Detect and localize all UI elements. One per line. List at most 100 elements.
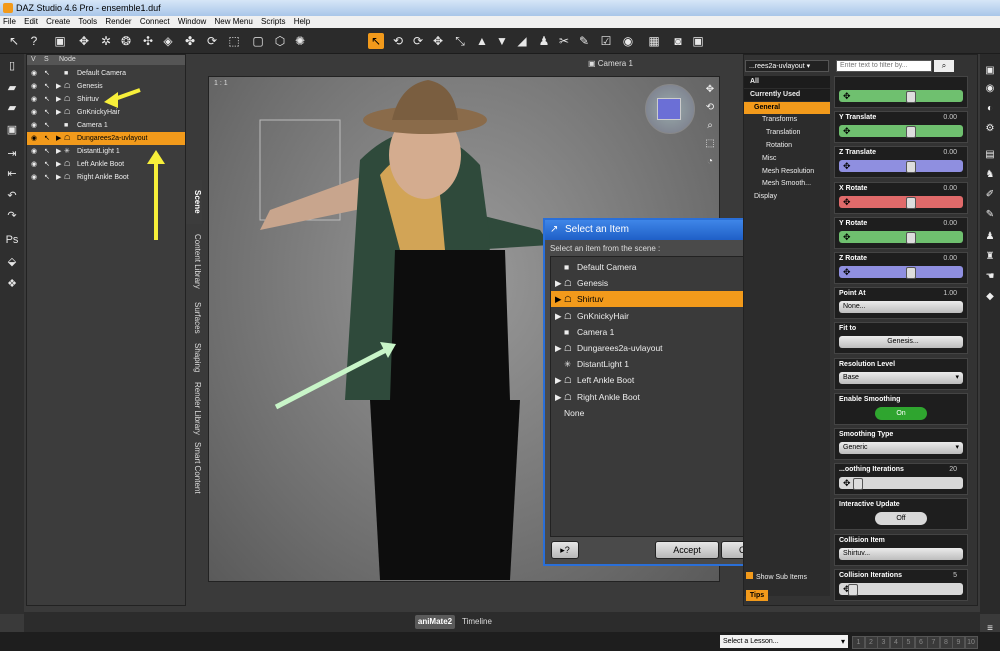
redo-icon[interactable]: ↷ bbox=[4, 208, 20, 224]
property-button-button[interactable]: None... bbox=[839, 301, 963, 314]
accept-button[interactable]: Accept bbox=[655, 541, 719, 559]
expand-arrow-icon[interactable]: ▶ bbox=[555, 291, 562, 307]
menu-tools[interactable]: Tools bbox=[78, 17, 97, 26]
lesson-page-button[interactable]: 3 bbox=[877, 636, 890, 649]
property-slider[interactable]: ✥ bbox=[839, 90, 963, 103]
tab-surfaces[interactable]: Surfaces bbox=[186, 298, 202, 338]
search-icon[interactable]: ⌕ bbox=[934, 60, 954, 72]
rotate-view-icon[interactable]: ⟲ bbox=[390, 33, 406, 49]
tab-smart-content[interactable]: Smart Content bbox=[186, 440, 202, 496]
sphere-tool-icon[interactable]: ✺ bbox=[292, 33, 308, 49]
help-icon[interactable]: ? bbox=[26, 33, 42, 49]
scene-node-row[interactable]: ◉ ↖ ▶ ✳ DistantLight 1 bbox=[27, 145, 185, 158]
selectable-arrow-icon[interactable]: ↖ bbox=[44, 132, 50, 145]
expand-arrow-icon[interactable]: ▶ bbox=[56, 106, 61, 119]
move-joint-icon[interactable]: ✥ bbox=[76, 33, 92, 49]
scene-node-row[interactable]: ◉ ↖ ▶ ☖ Right Ankle Boot bbox=[27, 171, 185, 184]
scene-node-row[interactable]: ◉ ↖ ■ Camera 1 bbox=[27, 119, 185, 132]
slider-knob[interactable] bbox=[906, 231, 917, 244]
property-slider[interactable]: ✥ bbox=[839, 160, 963, 174]
expand-arrow-icon[interactable]: ▶ bbox=[555, 340, 562, 356]
expand-arrow-icon[interactable]: ▶ bbox=[56, 93, 61, 106]
node-selector[interactable]: ...rees2a-uvlayout ▾ bbox=[745, 60, 829, 72]
lesson-page-button[interactable]: 1 bbox=[852, 636, 865, 649]
property-button-button[interactable]: Shirtuv... bbox=[839, 547, 963, 560]
scene-node-row[interactable]: ◉ ↖ ▶ ☖ GnKnickyHair bbox=[27, 106, 185, 119]
spot-render-icon[interactable]: ✂ bbox=[556, 33, 572, 49]
box-move-icon[interactable]: ⬡ bbox=[272, 33, 288, 49]
view-cube-face[interactable] bbox=[657, 98, 681, 120]
transform-tool-icon[interactable]: ◈ bbox=[160, 33, 176, 49]
visibility-eye-icon[interactable]: ◉ bbox=[31, 93, 37, 106]
property-group-item[interactable]: Currently Used bbox=[744, 88, 830, 101]
undo-icon[interactable]: ↶ bbox=[4, 188, 20, 204]
selectable-arrow-icon[interactable]: ↖ bbox=[44, 119, 50, 132]
visibility-eye-icon[interactable]: ◉ bbox=[31, 106, 37, 119]
grid-icon[interactable]: ▦ bbox=[646, 33, 662, 49]
slider-knob[interactable] bbox=[852, 478, 863, 491]
visibility-eye-icon[interactable]: ◉ bbox=[31, 158, 37, 171]
menu-help[interactable]: Help bbox=[294, 17, 310, 26]
property-slider[interactable]: ✥ bbox=[839, 477, 963, 491]
lesson-page-button[interactable]: 5 bbox=[902, 636, 915, 649]
selectable-arrow-icon[interactable]: ↖ bbox=[44, 158, 50, 171]
expand-arrow-icon[interactable]: ▶ bbox=[56, 80, 61, 93]
scene-node-row[interactable]: ◉ ↖ ▶ ☖ Shirtuv bbox=[27, 93, 185, 106]
body-icon[interactable]: ♟ bbox=[983, 230, 997, 244]
slider-knob[interactable] bbox=[906, 267, 917, 279]
expand-arrow-icon[interactable]: ▶ bbox=[555, 275, 562, 291]
slider-knob[interactable] bbox=[906, 91, 917, 103]
property-group-item[interactable]: Mesh Smooth... bbox=[744, 178, 830, 190]
translate-icon[interactable]: ✥ bbox=[430, 33, 446, 49]
lesson-page-button[interactable]: 6 bbox=[914, 636, 928, 649]
orbit-icon[interactable]: ⟲ bbox=[704, 102, 716, 114]
selectable-arrow-icon[interactable]: ↖ bbox=[44, 106, 50, 119]
visibility-eye-icon[interactable]: ◉ bbox=[31, 80, 37, 93]
slider-knob[interactable] bbox=[906, 161, 917, 174]
rotate-tool-icon[interactable]: ⟳ bbox=[204, 33, 220, 49]
property-select-button[interactable]: Base ▾ bbox=[839, 371, 963, 384]
tab-scene[interactable]: Scene bbox=[186, 180, 202, 224]
expand-arrow-icon[interactable]: ▶ bbox=[56, 132, 61, 145]
checklist-icon[interactable]: ☑ bbox=[598, 33, 614, 49]
expand-arrow-icon[interactable]: ▶ bbox=[56, 158, 61, 171]
expand-arrow-icon[interactable]: ▶ bbox=[555, 372, 562, 388]
frame-icon[interactable]: ⬚ bbox=[704, 138, 716, 150]
viewport-camera-select[interactable]: ▣ Camera 1 bbox=[588, 59, 633, 68]
expand-arrow-icon[interactable]: ▶ bbox=[555, 389, 562, 405]
geometry-tool-icon[interactable]: ✣ bbox=[140, 33, 156, 49]
surfaces-icon[interactable]: ▤ bbox=[983, 148, 997, 162]
render-settings-icon[interactable]: ▣ bbox=[690, 33, 706, 49]
menu-scripts[interactable]: Scripts bbox=[261, 17, 285, 26]
scene-node-row[interactable]: ◉ ↖ ▶ ☖ Left Ankle Boot bbox=[27, 158, 185, 171]
selectable-arrow-icon[interactable]: ↖ bbox=[44, 93, 50, 106]
cone-icon[interactable]: ▼ bbox=[494, 33, 510, 49]
gear-icon[interactable]: ⚙ bbox=[983, 122, 997, 136]
visibility-eye-icon[interactable]: ◉ bbox=[31, 145, 37, 158]
selectable-arrow-icon[interactable]: ↖ bbox=[44, 67, 50, 80]
zoom-icon[interactable]: ⌕ bbox=[704, 120, 716, 132]
morph-icon[interactable]: ✐ bbox=[983, 188, 997, 202]
selectable-arrow-icon[interactable]: ↖ bbox=[44, 80, 50, 93]
bridge-icon[interactable]: ⬙ bbox=[4, 254, 20, 270]
pointer-tool-icon[interactable]: ↖ bbox=[6, 33, 22, 49]
property-toggle[interactable]: Off bbox=[875, 512, 927, 526]
box-tool-icon[interactable]: ▢ bbox=[250, 33, 266, 49]
region-tool-icon[interactable]: ✤ bbox=[182, 33, 198, 49]
slider-knob[interactable] bbox=[848, 583, 859, 596]
property-button-button[interactable]: Genesis... bbox=[839, 336, 963, 349]
property-group-item[interactable]: Translation bbox=[744, 127, 830, 139]
lesson-page-button[interactable]: 8 bbox=[939, 636, 953, 649]
scene-node-row[interactable]: ◉ ↖ ■ Default Camera bbox=[27, 67, 185, 80]
figure-tool-icon[interactable]: ♟ bbox=[536, 33, 552, 49]
expand-arrow-icon[interactable]: ▶ bbox=[56, 171, 61, 184]
show-sub-items-checkbox[interactable]: Show Sub Items bbox=[746, 572, 807, 581]
property-group-item[interactable]: All bbox=[744, 76, 830, 88]
visibility-eye-icon[interactable]: ◉ bbox=[31, 171, 37, 184]
property-slider[interactable]: ✥ bbox=[839, 195, 963, 209]
menu-file[interactable]: File bbox=[3, 17, 16, 26]
scene-node-row[interactable]: ◉ ↖ ▶ ☖ Genesis bbox=[27, 80, 185, 93]
expand-arrow-icon[interactable]: ▶ bbox=[56, 145, 61, 158]
lesson-select[interactable]: Select a Lesson... bbox=[720, 635, 846, 648]
property-slider[interactable]: ✥ bbox=[839, 230, 963, 244]
